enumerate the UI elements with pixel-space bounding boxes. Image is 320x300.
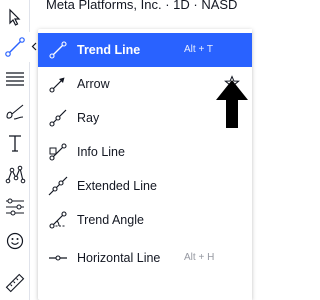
fib-tool-icon: [6, 72, 24, 86]
emoji-icon: [6, 232, 24, 250]
brush-tool-icon: [6, 104, 24, 120]
cursor-icon: [9, 8, 21, 26]
text-tool-icon: [9, 135, 21, 152]
horizontal-line-icon: [47, 247, 69, 269]
trend-line-tool-icon: [5, 37, 25, 57]
menu-item-trend-angle[interactable]: Trend Angle: [38, 203, 252, 237]
extended-line-icon: [47, 175, 69, 197]
trend-line-tool-button[interactable]: [0, 32, 30, 62]
symbol-title[interactable]: Meta Platforms, Inc. · 1D · NASD: [46, 0, 237, 12]
brush-tool-button[interactable]: [0, 96, 30, 126]
chevron-left-icon: [31, 42, 37, 50]
pattern-tool-button[interactable]: [0, 160, 30, 190]
prediction-tool-icon: [6, 198, 24, 216]
chart-header: Meta Platforms, Inc. · 1D · NASD: [38, 0, 252, 22]
menu-item-label: Trend Line: [77, 43, 141, 57]
menu-item-label: Trend Angle: [77, 213, 144, 227]
menu-item-label: Horizontal Line: [77, 251, 161, 265]
arrow-line-icon: [47, 73, 69, 95]
pattern-tool-icon: [5, 165, 26, 184]
menu-item-horizontal-line[interactable]: Horizontal Line Alt + H: [38, 241, 252, 275]
annotation-arrow-icon: [216, 80, 248, 128]
line-tools-menu: Trend Line Alt + T Arrow Ray Info Line E…: [38, 29, 252, 300]
text-tool-button[interactable]: [0, 128, 30, 158]
shortcut-label: Alt + H: [184, 252, 215, 263]
collapse-toolbar-button[interactable]: [30, 38, 38, 54]
drawing-toolbar: [0, 0, 30, 300]
trend-angle-icon: [47, 209, 69, 231]
menu-item-extended-line[interactable]: Extended Line: [38, 169, 252, 203]
prediction-tool-button[interactable]: [0, 192, 30, 222]
ruler-icon: [5, 273, 25, 293]
menu-item-label: Ray: [77, 111, 100, 125]
cursor-tool-button[interactable]: [0, 2, 30, 32]
ray-icon: [47, 107, 69, 129]
fib-tool-button[interactable]: [0, 64, 30, 94]
ruler-tool-button[interactable]: [0, 268, 30, 298]
menu-item-label: Arrow: [77, 77, 110, 91]
menu-item-label: Info Line: [77, 145, 125, 159]
info-line-icon: [47, 141, 69, 163]
menu-item-info-line[interactable]: Info Line: [38, 135, 252, 169]
trend-line-icon: [47, 39, 69, 61]
shortcut-label: Alt + T: [184, 44, 213, 55]
emoji-tool-button[interactable]: [0, 226, 30, 256]
menu-item-label: Extended Line: [77, 179, 157, 193]
menu-item-trend-line[interactable]: Trend Line Alt + T: [38, 33, 252, 67]
